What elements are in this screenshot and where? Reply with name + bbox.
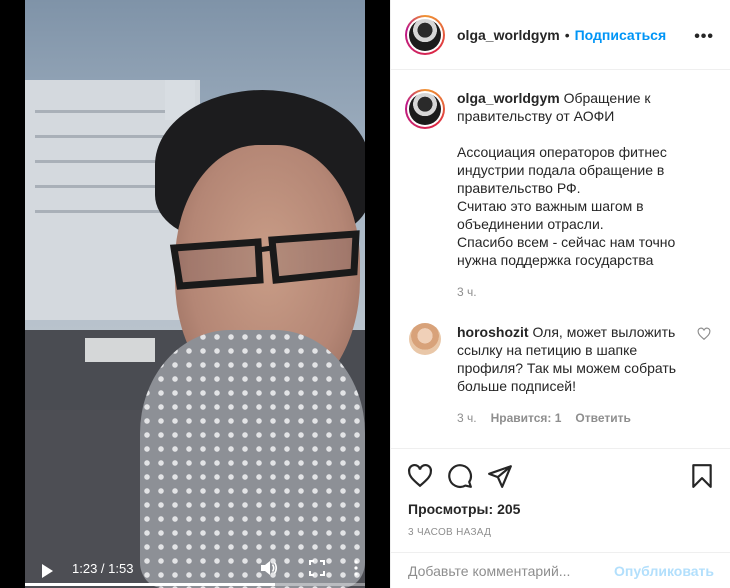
comment-time: 3 ч. [457,411,477,425]
action-icons [391,449,730,501]
caption-time: 3 ч. [457,285,477,299]
play-button[interactable] [42,564,53,578]
video-barrier [85,338,155,362]
post-actions: Просмотры: 205 3 часов назад Опубликоват… [391,448,730,588]
video-player[interactable]: 1:23 / 1:53 [25,0,365,588]
comment-item: horoshozit Оля, может выложить ссылку на… [405,323,715,427]
comment-meta: 3 ч. Нравится: 1 Ответить [457,409,687,427]
header-separator: • [564,26,570,43]
comment-bubble-icon[interactable] [447,463,473,489]
post-caption: olga_worldgym Обращение к правительству … [405,89,715,301]
comment-likes[interactable]: Нравится: 1 [491,409,562,427]
share-paper-plane-icon[interactable] [487,463,513,489]
caption-avatar[interactable] [405,89,445,129]
comments-area[interactable]: olga_worldgym Обращение к правительству … [391,71,730,448]
post-menu-icon[interactable]: ••• [694,28,714,46]
volume-icon[interactable] [260,560,278,576]
caption-line: Считаю это важным шагом в объединении от… [457,198,644,232]
caption-body: Ассоциация операторов фитнес индустрии п… [457,143,715,269]
fullscreen-icon[interactable] [309,560,325,576]
follow-button[interactable]: Подписаться [575,27,667,43]
add-comment-bar: Опубликовать [391,552,730,588]
post-header: olga_worldgym • Подписаться ••• [391,0,730,70]
comment-text: horoshozit Оля, может выложить ссылку на… [457,323,687,427]
caption-line: Ассоциация операторов фитнес индустрии п… [457,144,667,196]
views-label: Просмотры: [408,501,494,517]
comment-avatar[interactable] [409,323,441,355]
left-margin [0,0,25,588]
more-options-icon[interactable] [353,560,359,576]
comment-input[interactable] [408,563,615,579]
publish-button[interactable]: Опубликовать [614,563,714,579]
post-panel: olga_worldgym • Подписаться ••• olga_wor… [390,0,730,588]
video-progress-fill [25,583,275,586]
video-controls: 1:23 / 1:53 [25,548,365,588]
views-count: 205 [497,501,521,517]
comment-reply-button[interactable]: Ответить [575,409,630,427]
view-count[interactable]: Просмотры: 205 [408,501,730,517]
caption-text: olga_worldgym Обращение к правительству … [457,89,715,301]
caption-username[interactable]: olga_worldgym [457,90,560,106]
video-progress-bar[interactable] [25,583,365,586]
header-username[interactable]: olga_worldgym [457,27,560,43]
post-timestamp[interactable]: 3 часов назад [408,527,730,538]
comment-like-heart-icon[interactable] [697,327,711,341]
save-bookmark-icon[interactable] [689,463,715,489]
comment-username[interactable]: horoshozit [457,324,529,340]
video-time: 1:23 / 1:53 [72,561,134,576]
caption-line: Спасибо всем - сейчас нам точно нужна по… [457,234,676,268]
video-glasses [169,230,360,290]
header-avatar[interactable] [405,14,445,55]
like-heart-icon[interactable] [407,463,433,489]
